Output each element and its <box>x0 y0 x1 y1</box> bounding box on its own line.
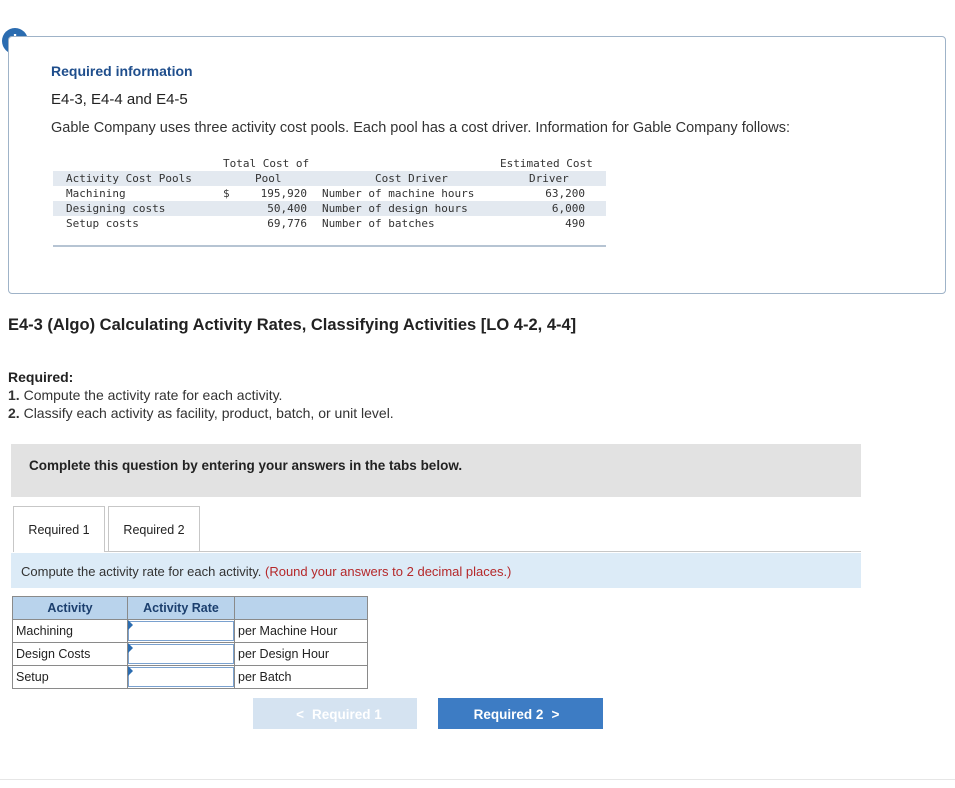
rate-unit: per Machine Hour <box>234 619 368 643</box>
instruction-banner: Complete this question by entering your … <box>11 444 861 497</box>
row-activity: Designing costs <box>66 202 166 215</box>
machining-rate-input[interactable] <box>128 621 234 641</box>
row-cost: 195,920 <box>260 187 307 200</box>
required-item-text: Classify each activity as facility, prod… <box>23 405 394 421</box>
rate-cell <box>127 619 235 643</box>
setup-rate-input[interactable] <box>128 667 234 687</box>
table-row: Design Costs per Design Hour <box>12 642 368 666</box>
rate-unit: per Design Hour <box>234 642 368 666</box>
next-button-label: Required 2 <box>473 707 544 722</box>
header-total-cost-line2: Pool <box>255 172 282 185</box>
row-driver: Number of batches <box>322 217 435 230</box>
table-bottom-divider <box>53 245 606 247</box>
info-heading: Required information <box>51 63 193 79</box>
cost-pool-table: Total Cost of Estimated Cost Activity Co… <box>53 156 606 247</box>
exercise-title: E4-3 (Algo) Calculating Activity Rates, … <box>8 316 577 334</box>
table-header-row: Activity Activity Rate <box>12 596 368 620</box>
required-item-number: 2. <box>8 405 20 421</box>
table-row: Setup costs 69,776 Number of batches 490 <box>53 216 606 231</box>
rate-cell <box>127 665 235 689</box>
table-row: Setup per Batch <box>12 665 368 689</box>
activity-name: Setup <box>12 665 128 689</box>
next-required-button[interactable]: Required 2 > <box>438 698 603 729</box>
table-row: Machining per Machine Hour <box>12 619 368 643</box>
tab-required-2[interactable]: Required 2 <box>108 506 200 552</box>
input-marker-icon <box>128 643 133 653</box>
header-activity-rate: Activity Rate <box>127 596 235 620</box>
row-activity: Setup costs <box>66 217 139 230</box>
row-activity: Machining <box>66 187 126 200</box>
activity-name: Design Costs <box>12 642 128 666</box>
tab-divider <box>105 551 861 552</box>
required-item-2: 2. Classify each activity as facility, p… <box>8 405 394 421</box>
header-estimated-line2: Driver <box>529 172 569 185</box>
info-subtitle: E4-3, E4-4 and E4-5 <box>51 91 188 108</box>
required-label: Required: <box>8 369 74 385</box>
row-estimated: 490 <box>565 217 585 230</box>
header-activity: Activity Cost Pools <box>66 172 192 185</box>
footer-divider <box>0 779 955 780</box>
rate-cell <box>127 642 235 666</box>
rate-unit: per Batch <box>234 665 368 689</box>
required-item-number: 1. <box>8 387 20 403</box>
instruction-text: Complete this question by entering your … <box>29 458 463 473</box>
rounding-hint: (Round your answers to 2 decimal places.… <box>265 564 512 579</box>
required-item-1: 1. Compute the activity rate for each ac… <box>8 387 282 403</box>
row-driver: Number of design hours <box>322 202 468 215</box>
table-header-row: Activity Cost Pools Pool Cost Driver Dri… <box>53 171 606 186</box>
info-description: Gable Company uses three activity cost p… <box>51 120 791 136</box>
table-header-row: Total Cost of Estimated Cost <box>53 156 606 171</box>
header-unit <box>234 596 368 620</box>
required-item-text: Compute the activity rate for each activ… <box>23 387 283 403</box>
header-total-cost-line1: Total Cost of <box>223 157 310 170</box>
tab-required-1[interactable]: Required 1 <box>13 506 105 552</box>
previous-required-button[interactable]: < Required 1 <box>253 698 417 729</box>
row-driver: Number of machine hours <box>322 187 475 200</box>
currency-symbol: $ <box>223 187 230 200</box>
row-cost: 50,400 <box>267 202 307 215</box>
required-information-panel: Required information E4-3, E4-4 and E4-5… <box>8 36 946 294</box>
row-cost: 69,776 <box>267 217 307 230</box>
input-marker-icon <box>128 666 133 676</box>
header-activity: Activity <box>12 596 128 620</box>
header-cost-driver: Cost Driver <box>375 172 448 185</box>
table-row: Machining $ 195,920 Number of machine ho… <box>53 186 606 201</box>
previous-button-label: Required 1 <box>312 707 382 722</box>
row-estimated: 6,000 <box>551 202 585 215</box>
prompt-text-wrapper: Compute the activity rate for each activ… <box>21 564 511 579</box>
activity-name: Machining <box>12 619 128 643</box>
question-prompt: Compute the activity rate for each activ… <box>11 553 861 588</box>
chevron-right-icon: > <box>551 707 560 722</box>
activity-rate-table: Activity Activity Rate Machining per Mac… <box>12 596 368 689</box>
design-costs-rate-input[interactable] <box>128 644 234 664</box>
input-marker-icon <box>128 620 133 630</box>
header-estimated-line1: Estimated Cost <box>500 157 593 170</box>
chevron-left-icon: < <box>296 707 305 722</box>
table-row: Designing costs 50,400 Number of design … <box>53 201 606 216</box>
row-estimated: 63,200 <box>545 187 585 200</box>
prompt-text: Compute the activity rate for each activ… <box>21 564 262 579</box>
